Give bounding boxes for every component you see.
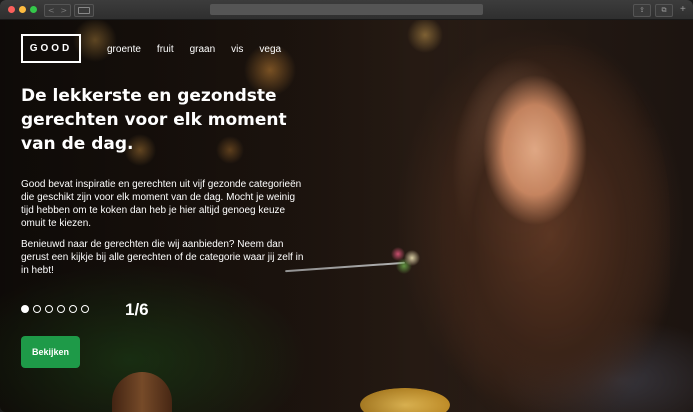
view-button[interactable]: Bekijken	[21, 336, 80, 368]
nav-item-graan[interactable]: graan	[190, 44, 216, 56]
main-nav: groente fruit graan vis vega	[107, 44, 297, 56]
address-bar[interactable]	[210, 4, 483, 15]
tab-overview-icon[interactable]: ⧉	[655, 4, 673, 17]
zoom-window-button[interactable]	[30, 6, 37, 13]
site-logo[interactable]: GOOD	[21, 34, 81, 63]
hero-cta-paragraph: Benieuwd naar de gerechten die wij aanbi…	[21, 239, 304, 276]
slide-dot-6[interactable]	[81, 305, 89, 313]
nav-item-vis[interactable]: vis	[231, 44, 243, 56]
forward-icon[interactable]: >	[60, 6, 67, 15]
nav-item-vega[interactable]: vega	[259, 44, 281, 56]
hero-section: GOOD groente fruit graan vis vega De lek…	[0, 20, 693, 412]
browser-toolbar: < > ⇪ ⧉ +	[0, 0, 693, 20]
close-window-button[interactable]	[8, 6, 15, 13]
back-icon[interactable]: <	[48, 6, 55, 15]
slide-dot-4[interactable]	[57, 305, 65, 313]
nav-item-groente[interactable]: groente	[107, 44, 141, 56]
history-buttons: < >	[44, 4, 71, 17]
slide-dot-3[interactable]	[45, 305, 53, 313]
minimize-window-button[interactable]	[19, 6, 26, 13]
browser-window: < > ⇪ ⧉ + GOOD groente fruit graan vis v…	[0, 0, 693, 412]
slide-counter: 1/6	[125, 300, 149, 319]
slide-dot-2[interactable]	[33, 305, 41, 313]
new-tab-icon[interactable]: +	[680, 5, 692, 15]
sidebar-toggle-icon[interactable]	[74, 4, 94, 17]
hero-intro-paragraph: Good bevat inspiratie en gerechten uit v…	[21, 179, 302, 229]
slide-dot-5[interactable]	[69, 305, 77, 313]
share-icon[interactable]: ⇪	[633, 4, 651, 17]
slider-pagination	[21, 305, 89, 313]
hero-headline: De lekkerste en gezondste gerechten voor…	[21, 86, 287, 154]
nav-item-fruit[interactable]: fruit	[157, 44, 174, 56]
slide-dot-1[interactable]	[21, 305, 29, 313]
